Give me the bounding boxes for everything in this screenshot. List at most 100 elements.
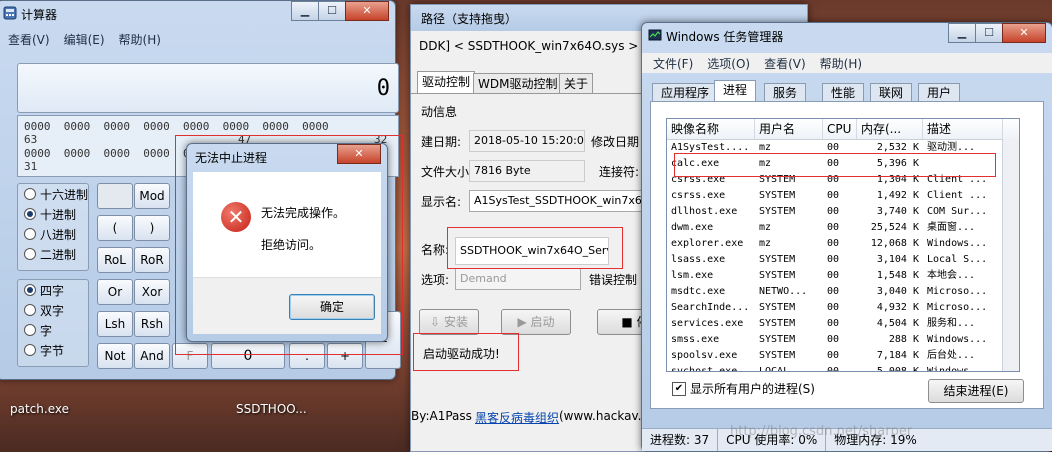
service-name-label: 名称: [421, 243, 450, 257]
cell-cpu: 00 [827, 350, 840, 361]
key-open-paren[interactable]: ( [97, 215, 133, 241]
radio-label: 八进制 [40, 227, 77, 242]
cell-image-name: A1SysTest.... [671, 142, 750, 153]
start-button[interactable]: ▶ 启动 [501, 309, 571, 335]
footer-link[interactable]: 黑客反病毒组织 [475, 409, 559, 426]
dialog-message-2: 拒绝访问。 [261, 238, 322, 252]
dialog-close-button[interactable]: ✕ [337, 144, 381, 164]
radio-dword[interactable]: 双字 [18, 300, 88, 320]
table-row[interactable]: csrss.exe SYSTEM 00 1,304 K Client ... [667, 172, 1019, 188]
maximize-button[interactable]: ☐ [975, 23, 1003, 43]
radio-label: 双字 [40, 303, 65, 318]
show-all-users-checkbox[interactable]: ✔ 显示所有用户的进程(S) [672, 380, 815, 397]
cell-cpu: 00 [827, 366, 840, 372]
minimize-button[interactable]: ▁ [948, 23, 976, 43]
key-rol[interactable]: RoL [97, 247, 133, 273]
table-row[interactable]: csrss.exe SYSTEM 00 1,492 K Client ... [667, 188, 1019, 204]
key-or[interactable]: Or [97, 279, 133, 305]
radio-qword[interactable]: 四字 [18, 280, 88, 300]
created-label: 建日期: [421, 135, 462, 149]
taskmgr-titlebar[interactable]: Windows 任务管理器 ▁ ☐ ✕ [642, 23, 1052, 47]
key-f[interactable]: F [172, 343, 208, 369]
key-close-paren[interactable]: ) [134, 215, 170, 241]
minimize-button[interactable]: ▁ [291, 1, 319, 21]
calculator-menubar: 查看(V) 编辑(E) 帮助(H) [0, 29, 395, 49]
tab-driver-control[interactable]: 驱动控制 [417, 71, 476, 94]
key-ror[interactable]: RoR [134, 247, 170, 273]
table-row[interactable]: dwm.exe mz 00 25,524 K 桌面窗... [667, 220, 1019, 236]
menu-help[interactable]: 帮助(H) [813, 55, 869, 72]
table-row[interactable]: A1SysTest.... mz 00 2,532 K 驱动测... [667, 140, 1019, 156]
close-button[interactable]: ✕ [1002, 23, 1046, 43]
key-rsh[interactable]: Rsh [134, 311, 170, 337]
radio-oct[interactable]: 八进制 [18, 224, 88, 244]
install-label: 安装 [443, 315, 468, 329]
desktop-label-patch[interactable]: patch.exe [10, 402, 69, 416]
table-row[interactable]: msdtc.exe NETWO... 00 3,040 K Microso... [667, 284, 1019, 300]
process-list-scrollbar[interactable] [1002, 139, 1019, 371]
column-image-name[interactable]: 映像名称 [667, 119, 755, 139]
tab-users[interactable]: 用户 [918, 83, 961, 102]
table-row[interactable]: lsass.exe SYSTEM 00 3,104 K Local S... [667, 252, 1019, 268]
table-row[interactable]: svchost.exe LOCAL ... 00 5,008 K Windows... [667, 364, 1019, 372]
key-plus[interactable]: + [327, 343, 363, 369]
status-process-count: 进程数: 37 [642, 429, 719, 451]
radio-byte[interactable]: 字节 [18, 340, 88, 360]
column-description[interactable]: 描述 [923, 119, 1003, 139]
table-row[interactable]: calc.exe mz 00 5,396 K [667, 156, 1019, 172]
key-dot[interactable]: . [289, 343, 325, 369]
dialog-titlebar[interactable]: 无法中止进程 ✕ [187, 144, 387, 168]
connector-label: 连接符: [599, 165, 640, 179]
cell-cpu: 00 [827, 222, 840, 233]
key-xor[interactable]: Xor [134, 279, 170, 305]
table-row[interactable]: SearchInde... SYSTEM 00 4,932 K Microso... [667, 300, 1019, 316]
tab-applications[interactable]: 应用程序 [652, 83, 719, 102]
service-name-field[interactable]: SSDTHOOK_win7x64O_Service [455, 237, 609, 265]
table-row[interactable]: lsm.exe SYSTEM 00 1,548 K 本地会... [667, 268, 1019, 284]
tab-about[interactable]: 关于 [559, 73, 594, 94]
table-row[interactable]: explorer.exe mz 00 12,068 K Windows... [667, 236, 1019, 252]
menu-help[interactable]: 帮助(H) [112, 31, 168, 48]
calculator-titlebar[interactable]: 计算器 ▁ ☐ ✕ [0, 1, 395, 25]
table-row[interactable]: smss.exe SYSTEM 00 288 K Windows... [667, 332, 1019, 348]
menu-file[interactable]: 文件(F) [646, 55, 700, 72]
ok-button[interactable]: 确定 [289, 294, 375, 320]
key-lsh[interactable]: Lsh [97, 311, 133, 337]
close-button[interactable]: ✕ [345, 1, 389, 21]
radio-word[interactable]: 字 [18, 320, 88, 340]
table-row[interactable]: services.exe SYSTEM 00 4,504 K 服务和... [667, 316, 1019, 332]
maximize-button[interactable]: ☐ [318, 1, 346, 21]
key-and[interactable]: And [134, 343, 170, 369]
column-memory[interactable]: 内存(... [857, 119, 923, 139]
menu-edit[interactable]: 编辑(E) [57, 31, 112, 48]
key-mod[interactable]: Mod [134, 183, 170, 209]
dialog-body: ✕ 无法完成操作。 拒绝访问。 确定 [193, 172, 381, 334]
end-process-button[interactable]: 结束进程(E) [928, 379, 1024, 403]
radio-dec[interactable]: 十进制 [18, 204, 88, 224]
tab-wdm-control[interactable]: WDM驱动控制 [473, 73, 563, 94]
key-zero[interactable]: 0 [211, 343, 285, 369]
menu-view[interactable]: 查看(V) [757, 55, 813, 72]
install-button[interactable]: ⇩ 安装 [419, 309, 479, 335]
menu-view[interactable]: 查看(V) [1, 31, 57, 48]
desktop-label-ssdthook[interactable]: SSDTHOO... [236, 402, 307, 416]
cell-cpu: 00 [827, 254, 840, 265]
tab-services[interactable]: 服务 [764, 83, 807, 102]
radio-bin[interactable]: 二进制 [18, 244, 88, 264]
cell-description: Windows... [927, 334, 988, 345]
tab-networking[interactable]: 联网 [870, 83, 913, 102]
cell-cpu: 00 [827, 318, 840, 329]
column-user-name[interactable]: 用户名 [755, 119, 823, 139]
table-row[interactable]: dllhost.exe SYSTEM 00 3,740 K COM Sur... [667, 204, 1019, 220]
tab-performance[interactable]: 性能 [822, 83, 865, 102]
table-row[interactable]: spoolsv.exe SYSTEM 00 7,184 K 后台处... [667, 348, 1019, 364]
tab-processes[interactable]: 进程 [714, 80, 757, 102]
menu-options[interactable]: 选项(O) [700, 55, 757, 72]
column-cpu[interactable]: CPU [823, 119, 857, 139]
key-not[interactable]: Not [97, 343, 133, 369]
radio-dot-icon [24, 324, 36, 336]
radio-hex[interactable]: 十六进制 [18, 184, 88, 204]
start-type-select[interactable]: Demand [455, 268, 581, 290]
display-name-field[interactable]: A1SysTest_SSDTHOOK_win7x64O [469, 190, 645, 212]
cell-user-name: SYSTEM [759, 270, 796, 281]
